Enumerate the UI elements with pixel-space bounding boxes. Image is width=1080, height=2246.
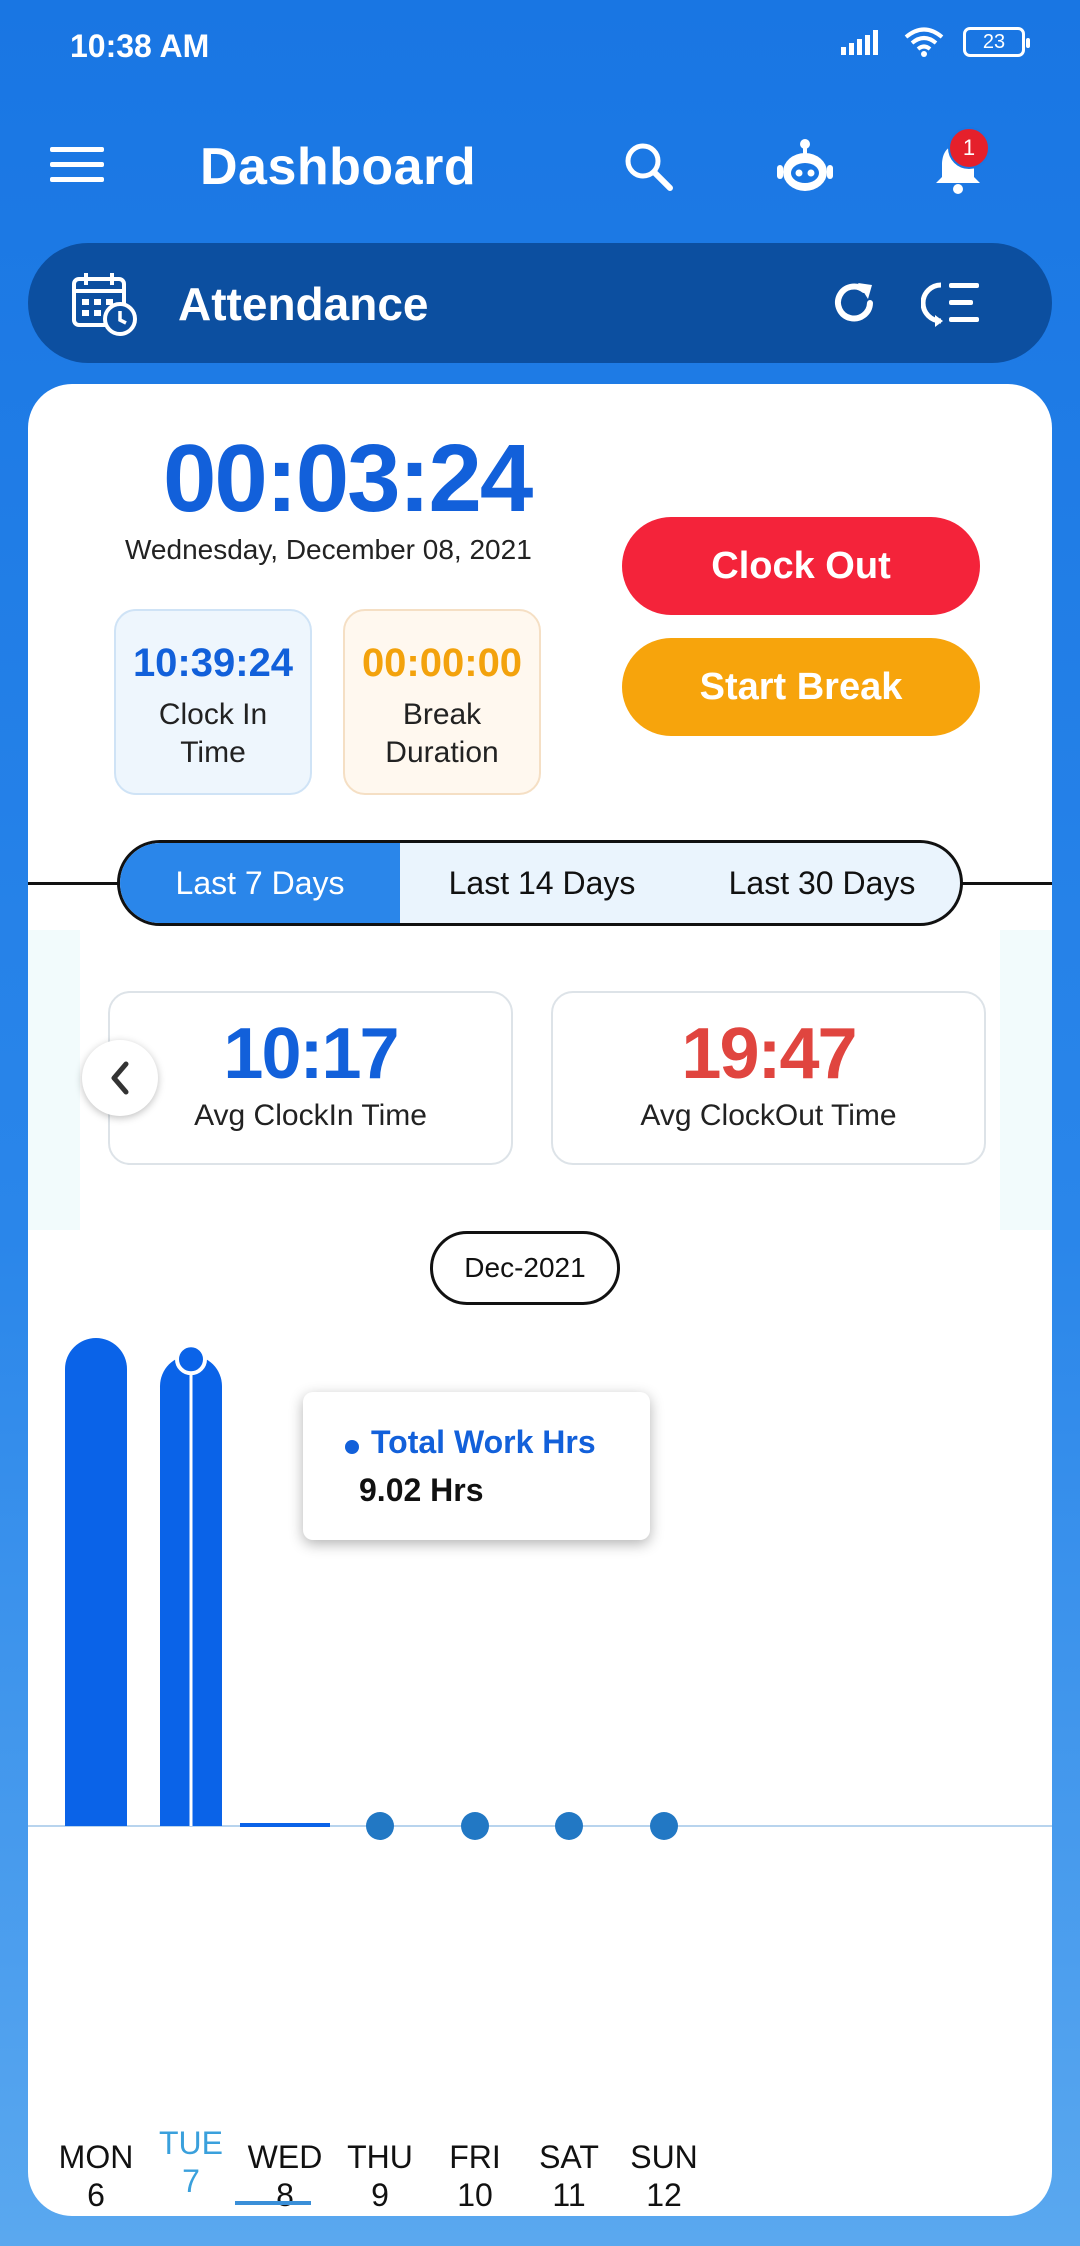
calendar-clock-icon <box>72 273 137 336</box>
page-title: Dashboard <box>200 138 477 196</box>
chart-tooltip: Total Work Hrs 9.02 Hrs <box>303 1392 650 1540</box>
x-tick-day: SAT <box>539 2139 599 2175</box>
search-icon <box>625 143 673 191</box>
status-time: 10:38 AM <box>70 28 210 64</box>
notification-badge: 1 <box>948 127 990 169</box>
carousel-edge-right <box>1000 930 1052 1230</box>
x-tick-day: MON <box>58 2139 134 2175</box>
tooltip-value: 9.02 Hrs <box>359 1472 484 1508</box>
refresh-icon <box>835 283 873 322</box>
avg-clock-out-card: 19:47 Avg ClockOut Time <box>551 991 986 1165</box>
selected-day-underline <box>235 2201 311 2205</box>
x-tick-date: 12 <box>646 2177 682 2213</box>
range-option-30-days[interactable]: Last 30 Days <box>684 843 960 923</box>
status-icons: 23 <box>841 26 1030 58</box>
menu-button[interactable] <box>50 143 104 187</box>
elapsed-timer: 00:03:24 <box>163 425 533 532</box>
hamburger-icon <box>50 147 104 182</box>
clock-in-time-value: 10:39:24 <box>132 641 294 685</box>
robot-icon <box>777 139 833 191</box>
x-tick-thu[interactable]: THU 9 <box>325 2138 435 2214</box>
attendance-card: 00:03:24 Wednesday, December 08, 2021 10… <box>28 384 1052 2216</box>
wifi-icon <box>904 27 944 57</box>
start-break-button[interactable]: Start Break <box>622 638 980 736</box>
list-return-icon <box>921 282 979 327</box>
chevron-left-icon <box>111 1061 129 1095</box>
x-tick-mon[interactable]: MON 6 <box>41 2138 151 2214</box>
status-bar: 10:38 AM 23 <box>0 0 1080 95</box>
attendance-header: Attendance <box>28 243 1052 363</box>
assistant-bot-button[interactable] <box>774 137 836 199</box>
selected-bar-marker <box>175 1343 207 1376</box>
x-tick-date: 9 <box>371 2177 389 2213</box>
point-fri[interactable] <box>461 1812 489 1840</box>
point-sat[interactable] <box>555 1812 583 1840</box>
avg-clock-out-value: 19:47 <box>681 1014 857 1094</box>
refresh-button[interactable] <box>828 277 880 329</box>
x-tick-date: 6 <box>87 2177 105 2213</box>
break-duration-value: 00:00:00 <box>361 641 523 685</box>
x-tick-day: SUN <box>630 2139 698 2175</box>
break-duration-label: Break Duration <box>385 698 499 769</box>
bar-mon[interactable] <box>65 1338 127 1826</box>
bar-wed[interactable] <box>240 1823 330 1827</box>
search-button[interactable] <box>622 140 674 192</box>
app-bar: Dashboard 1 <box>0 95 1080 235</box>
tooltip-series-dot <box>345 1440 359 1454</box>
x-tick-date: 8 <box>276 2177 294 2213</box>
clock-in-time-box: 10:39:24 Clock In Time <box>114 609 312 795</box>
break-duration-box: 00:00:00 Break Duration <box>343 609 541 795</box>
current-date: Wednesday, December 08, 2021 <box>125 534 532 565</box>
battery-level: 23 <box>982 30 1006 53</box>
avg-clock-in-value: 10:17 <box>223 1014 399 1094</box>
clock-out-button[interactable]: Clock Out <box>622 517 980 615</box>
point-thu[interactable] <box>366 1812 394 1840</box>
clock-in-time-label: Clock In Time <box>158 698 268 769</box>
carousel-edge-left <box>28 930 80 1230</box>
point-sun[interactable] <box>650 1812 678 1840</box>
avg-clock-out-label: Avg ClockOut Time <box>640 1099 897 1132</box>
x-tick-day: THU <box>347 2139 413 2175</box>
range-option-14-days[interactable]: Last 14 Days <box>400 843 684 923</box>
carousel-prev-button[interactable] <box>82 1040 158 1116</box>
history-list-button[interactable] <box>921 279 981 327</box>
x-tick-sat[interactable]: SAT 11 <box>514 2138 624 2214</box>
range-option-7-days[interactable]: Last 7 Days <box>120 843 400 923</box>
battery-icon: 23 <box>963 27 1030 57</box>
notifications-button[interactable]: 1 <box>932 127 990 195</box>
x-tick-sun[interactable]: SUN 12 <box>609 2138 719 2214</box>
section-title: Attendance <box>178 278 429 330</box>
tooltip-series-name: Total Work Hrs <box>371 1424 596 1460</box>
avg-clock-in-card: 10:17 Avg ClockIn Time <box>108 991 513 1165</box>
avg-clock-in-label: Avg ClockIn Time <box>194 1099 427 1132</box>
range-selector: Last 7 Days Last 14 Days Last 30 Days <box>117 840 963 926</box>
signal-icon <box>841 30 878 55</box>
x-tick-day: WED <box>247 2139 323 2175</box>
x-tick-date: 11 <box>552 2177 586 2213</box>
